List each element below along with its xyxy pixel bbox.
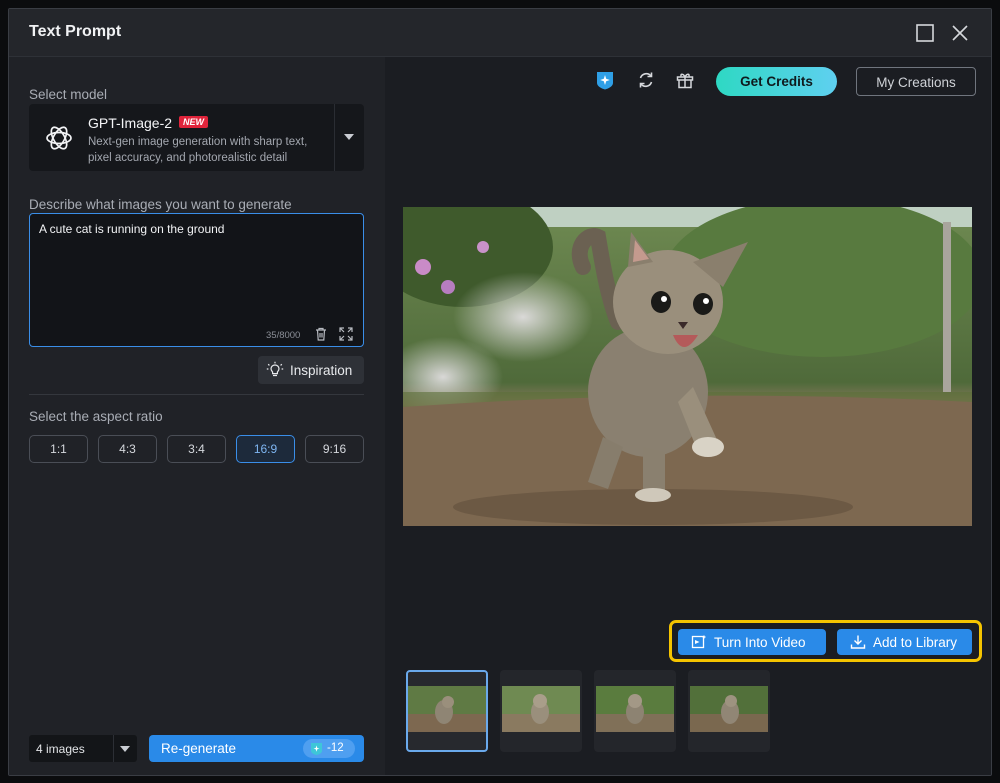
image-count-select[interactable]: 4 images [29, 735, 137, 762]
text-prompt-window: Text Prompt Select model GPT-Image-2 NEW… [8, 8, 992, 776]
thumbnail-1[interactable] [406, 670, 488, 752]
video-icon [691, 635, 706, 649]
select-model-label: Select model [29, 87, 108, 102]
my-creations-label: My Creations [876, 75, 956, 90]
credit-cost: -12 [327, 742, 344, 754]
ratio-9-16[interactable]: 9:16 [305, 435, 364, 463]
model-name: GPT-Image-2 [88, 115, 173, 131]
maximize-icon[interactable] [913, 21, 937, 45]
ratio-16-9[interactable]: 16:9 [236, 435, 295, 463]
refresh-icon[interactable] [635, 69, 657, 91]
thumbnail-image [502, 686, 580, 732]
credit-icon [311, 743, 322, 755]
char-count: 35/8000 [266, 330, 301, 341]
close-icon[interactable] [948, 21, 972, 45]
thumbnail-image [690, 686, 768, 732]
credit-cost-badge: -12 [303, 739, 355, 758]
image-count-value: 4 images [36, 742, 85, 756]
image-actions-highlight: Turn Into Video Add to Library [669, 620, 982, 662]
get-credits-label: Get Credits [740, 74, 813, 89]
credit-icon[interactable] [594, 69, 616, 91]
divider [29, 394, 364, 395]
new-badge: NEW [179, 116, 208, 128]
openai-logo-icon [46, 126, 72, 150]
inspiration-button[interactable]: Inspiration [258, 356, 364, 384]
add-to-library-label: Add to Library [873, 635, 958, 650]
model-divider [334, 104, 335, 171]
chevron-down-icon[interactable] [344, 134, 354, 140]
lightbulb-icon [266, 361, 284, 377]
inspiration-label: Inspiration [290, 363, 353, 378]
trash-icon[interactable] [313, 326, 329, 342]
ratio-4-3[interactable]: 4:3 [98, 435, 157, 463]
window-title: Text Prompt [29, 23, 122, 40]
turn-into-video-label: Turn Into Video [714, 635, 806, 650]
model-description: Next-gen image generation with sharp tex… [88, 136, 308, 164]
my-creations-button[interactable]: My Creations [856, 67, 976, 96]
title-bar: Text Prompt [9, 9, 991, 57]
model-selector[interactable]: GPT-Image-2 NEW Next-gen image generatio… [29, 104, 364, 171]
expand-icon[interactable] [338, 326, 354, 342]
generated-image-preview [403, 207, 972, 526]
settings-panel: Select model GPT-Image-2 NEW Next-gen im… [9, 57, 385, 775]
turn-into-video-button[interactable]: Turn Into Video [678, 629, 826, 655]
thumbnail-2[interactable] [500, 670, 582, 752]
thumbnail-3[interactable] [594, 670, 676, 752]
chevron-down-icon[interactable] [120, 746, 130, 752]
preview-panel: Get Credits My Creations Turn Into Video… [385, 57, 991, 775]
prompt-input[interactable]: A cute cat is running on the ground 35/8… [29, 213, 364, 347]
cat-running-image [403, 207, 972, 526]
add-to-library-button[interactable]: Add to Library [837, 629, 972, 655]
download-icon [850, 635, 866, 649]
prompt-text[interactable]: A cute cat is running on the ground [39, 222, 224, 236]
regenerate-button[interactable]: Re-generate -12 [149, 735, 364, 762]
select-divider [113, 735, 114, 762]
aspect-ratio-label: Select the aspect ratio [29, 409, 163, 424]
get-credits-button[interactable]: Get Credits [716, 67, 837, 96]
regenerate-label: Re-generate [161, 741, 237, 756]
thumbnail-image [596, 686, 674, 732]
thumbnail-image [408, 686, 486, 732]
ratio-1-1[interactable]: 1:1 [29, 435, 88, 463]
thumbnail-4[interactable] [688, 670, 770, 752]
prompt-label: Describe what images you want to generat… [29, 197, 292, 212]
ratio-3-4[interactable]: 3:4 [167, 435, 226, 463]
gift-icon[interactable] [674, 69, 696, 91]
